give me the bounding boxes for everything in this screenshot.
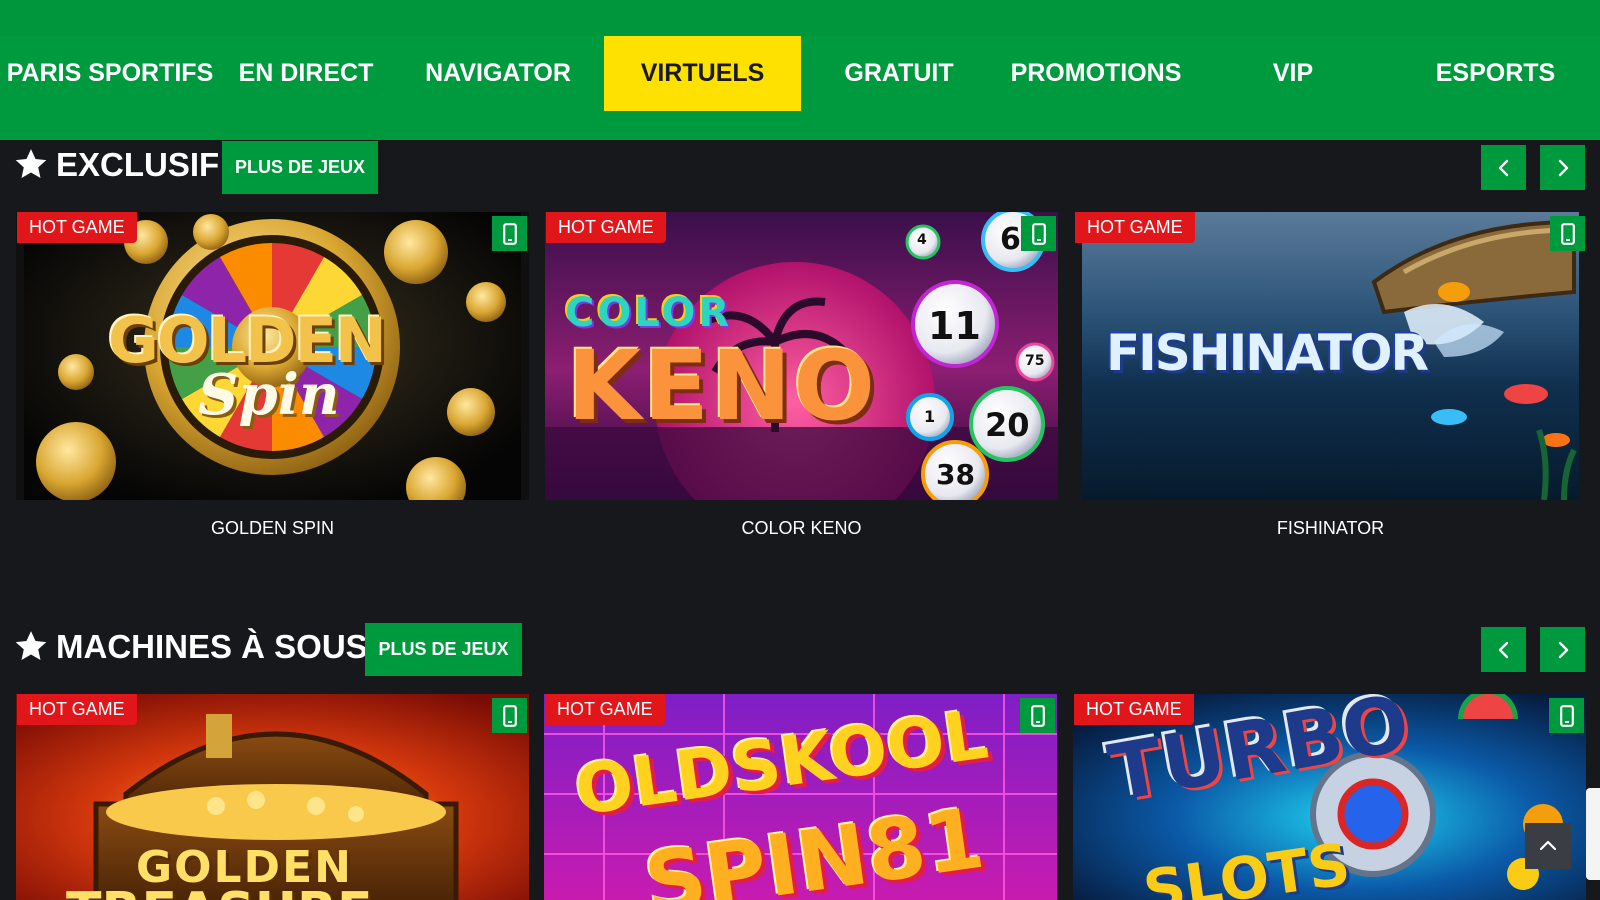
nav-item-paris-sportifs[interactable]: PARIS SPORTIFS xyxy=(0,36,220,111)
ball-number: 1 xyxy=(924,407,936,426)
hot-game-badge: HOT GAME xyxy=(1074,694,1194,725)
hot-game-badge: HOT GAME xyxy=(17,694,137,725)
nav-item-promotions[interactable]: PROMOTIONS xyxy=(997,36,1195,111)
mobile-phone-icon xyxy=(502,704,517,727)
nav-item-virtuels[interactable]: VIRTUELS xyxy=(604,36,801,111)
ball-number: 20 xyxy=(985,406,1030,444)
art-title-line2: KENO xyxy=(567,330,877,442)
nav-item-vip[interactable]: VIP xyxy=(1195,36,1391,111)
game-name[interactable]: FISHINATOR xyxy=(1074,518,1587,539)
mobile-phone-icon xyxy=(1030,704,1045,727)
nav-item-navigator[interactable]: NAVIGATOR xyxy=(392,36,604,111)
hot-game-badge: HOT GAME xyxy=(545,694,665,725)
carousel-prev-button[interactable] xyxy=(1481,145,1526,190)
mobile-phone-icon xyxy=(1559,704,1574,727)
art-title-line2: TREASURE xyxy=(66,882,373,900)
mobile-compatible-badge xyxy=(1549,698,1584,733)
main-nav: PARIS SPORTIFS EN DIRECT NAVIGATOR VIRTU… xyxy=(0,36,1600,111)
carousel-prev-button[interactable] xyxy=(1481,627,1526,672)
hot-game-badge: HOT GAME xyxy=(546,212,666,243)
art-title: FISHINATOR xyxy=(1106,324,1429,382)
section-title: EXCLUSIF xyxy=(56,146,220,183)
top-strip xyxy=(0,0,1600,36)
side-widget-tab[interactable] xyxy=(1586,788,1600,880)
ball-number: 6 xyxy=(1000,222,1021,257)
game-name[interactable]: GOLDEN SPIN xyxy=(16,518,529,539)
more-games-button[interactable]: PLUS DE JEUX xyxy=(365,623,522,676)
ball-number: 75 xyxy=(1025,353,1045,369)
chevron-right-icon xyxy=(1558,641,1568,658)
chevron-up-icon xyxy=(1539,840,1557,851)
hot-game-badge: HOT GAME xyxy=(1075,212,1195,243)
game-thumbnail[interactable]: GOLDEN Spin xyxy=(16,212,529,500)
mobile-compatible-badge xyxy=(1020,698,1055,733)
chevron-left-icon xyxy=(1498,159,1508,176)
star-icon xyxy=(15,631,47,661)
mobile-compatible-badge xyxy=(492,216,527,251)
game-thumbnail[interactable]: FISHINATOR xyxy=(1074,212,1587,500)
section-title: MACHINES À SOUS xyxy=(56,628,368,665)
mobile-phone-icon xyxy=(502,222,517,245)
section-header-exclusif: EXCLUSIF PLUS DE JEUX xyxy=(0,141,1600,195)
more-games-button[interactable]: PLUS DE JEUX xyxy=(222,141,378,194)
carousel-next-button[interactable] xyxy=(1540,145,1585,190)
ball-number: 38 xyxy=(936,458,975,491)
hot-game-badge: HOT GAME xyxy=(17,212,137,243)
scroll-to-top-button[interactable] xyxy=(1525,823,1571,869)
mobile-compatible-badge xyxy=(1550,216,1585,251)
game-thumbnail[interactable]: COLOR KENO 11 20 38 6 4 1 75 xyxy=(545,212,1058,500)
carousel-next-button[interactable] xyxy=(1540,627,1585,672)
nav-item-en-direct[interactable]: EN DIRECT xyxy=(220,36,392,111)
mobile-compatible-badge xyxy=(1021,216,1056,251)
ball-number: 4 xyxy=(917,232,927,248)
nav-item-esports[interactable]: ESPORTS xyxy=(1391,36,1600,111)
mobile-phone-icon xyxy=(1560,222,1575,245)
mobile-phone-icon xyxy=(1031,222,1046,245)
ball-number: 11 xyxy=(928,304,981,348)
art-title-line2: Spin xyxy=(198,362,340,428)
nav-item-gratuit[interactable]: GRATUIT xyxy=(801,36,997,111)
section-header-machines-a-sous: MACHINES À SOUS PLUS DE JEUX xyxy=(0,623,1600,677)
chevron-left-icon xyxy=(1498,641,1508,658)
chevron-right-icon xyxy=(1558,159,1568,176)
star-icon xyxy=(15,149,47,179)
top-navigation-bar: PARIS SPORTIFS EN DIRECT NAVIGATOR VIRTU… xyxy=(0,0,1600,140)
mobile-compatible-badge xyxy=(492,698,527,733)
game-name[interactable]: COLOR KENO xyxy=(545,518,1058,539)
